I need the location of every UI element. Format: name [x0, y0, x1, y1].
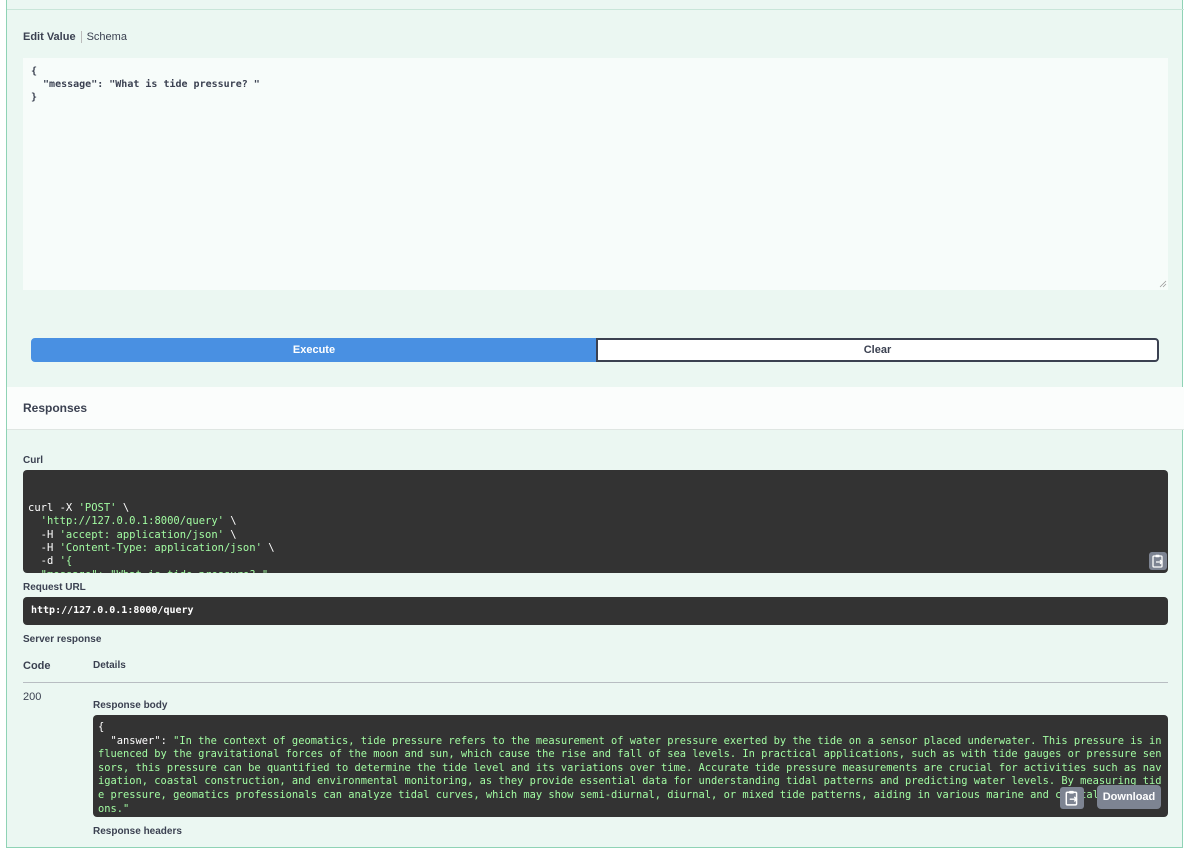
response-status-code: 200: [23, 691, 42, 703]
table-divider: [23, 682, 1168, 683]
curl-line-text: -H: [28, 528, 60, 541]
copy-body-button[interactable]: [1060, 787, 1084, 809]
col-header-details: Details: [93, 660, 126, 671]
response-body-label: Response body: [93, 700, 168, 711]
body-open-brace: {: [98, 721, 105, 733]
col-header-code: Code: [23, 660, 51, 672]
tab-edit-value[interactable]: Edit Value: [23, 31, 82, 43]
execute-button[interactable]: Execute: [31, 338, 597, 362]
clear-button[interactable]: Clear: [596, 338, 1159, 362]
curl-line-string: "message": "What is tide pressure? ": [28, 569, 269, 573]
body-answer-value: "In the context of geomatics, tide press…: [98, 734, 1162, 815]
curl-line-string: 'http://127.0.0.1:8000/query': [40, 515, 224, 528]
curl-line-string: 'accept: application/json': [59, 528, 224, 541]
curl-line-string: 'POST': [78, 501, 117, 514]
top-strip: [7, 0, 1184, 10]
download-button[interactable]: Download: [1097, 785, 1161, 809]
request-url-label: Request URL: [23, 582, 86, 593]
curl-line-text: -H: [28, 542, 60, 555]
responses-header: Responses: [7, 387, 1184, 430]
curl-label: Curl: [23, 455, 43, 466]
server-response-label: Server response: [23, 634, 102, 645]
curl-line: curl -X 'POST' \: [28, 502, 1163, 515]
curl-line-suffix: \: [261, 542, 275, 555]
curl-line-text: [28, 515, 41, 527]
curl-line: -H 'Content-Type: application/json' \: [28, 542, 1163, 555]
body-tabs: Edit Value Schema: [23, 31, 127, 43]
curl-line: -d '{: [28, 555, 1163, 568]
response-body-block: { "answer": "In the context of geomatics…: [93, 715, 1168, 817]
request-url-value: http://127.0.0.1:8000/query: [23, 597, 1168, 625]
body-close-brace: }: [98, 816, 1163, 817]
curl-line-string: 'Content-Type: application/json': [59, 542, 262, 555]
curl-line: "message": "What is tide pressure? ": [28, 569, 1163, 573]
copy-curl-button[interactable]: [1149, 552, 1167, 570]
curl-line-text: curl -X: [28, 501, 79, 514]
curl-line-suffix: \: [116, 501, 130, 514]
clipboard-icon: [1065, 790, 1078, 806]
curl-line: -H 'accept: application/json' \: [28, 529, 1163, 542]
body-answer-line: "answer": "In the context of geomatics, …: [98, 734, 1162, 815]
curl-line-suffix: \: [223, 528, 237, 541]
clipboard-icon: [1152, 554, 1163, 568]
response-headers-label: Response headers: [93, 826, 182, 837]
resize-handle-icon[interactable]: [1159, 280, 1167, 288]
curl-line-text: -d: [28, 555, 60, 568]
curl-line-suffix: \: [223, 515, 237, 528]
curl-code-block: curl -X 'POST' \ 'http://127.0.0.1:8000/…: [23, 470, 1168, 573]
responses-title: Responses: [23, 401, 88, 415]
request-body-editor[interactable]: { "message": "What is tide pressure? " }: [23, 58, 1168, 290]
curl-line: 'http://127.0.0.1:8000/query' \: [28, 515, 1163, 528]
tab-schema[interactable]: Schema: [82, 31, 127, 43]
body-answer-key: "answer": [98, 734, 161, 747]
curl-line-string: '{: [59, 555, 73, 568]
operation-block: Edit Value Schema { "message": "What is t…: [6, 0, 1184, 848]
